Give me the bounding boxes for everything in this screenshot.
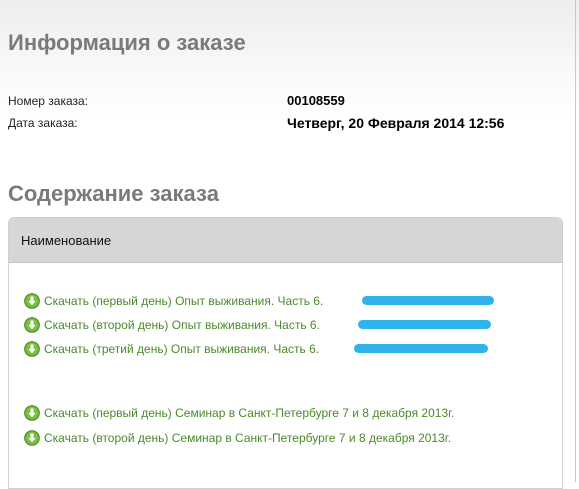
order-date-label: Дата заказа: <box>8 116 78 130</box>
download-link-2[interactable]: Скачать (второй день) Опыт выживания. Ча… <box>24 316 320 334</box>
download-icon <box>24 317 40 333</box>
download-link-label[interactable]: Скачать (первый день) Семинар в Санкт-Пе… <box>44 406 454 420</box>
download-icon <box>24 341 40 357</box>
download-link-4[interactable]: Скачать (первый день) Семинар в Санкт-Пе… <box>24 404 454 422</box>
redaction-mark <box>362 296 494 305</box>
redaction-mark <box>354 344 488 353</box>
page-right-border <box>575 0 576 482</box>
order-number-label: Номер заказа: <box>8 94 89 108</box>
order-info-title: Информация о заказе <box>8 30 246 55</box>
column-header-name: Наименование <box>9 218 562 263</box>
order-number-value: 00108559 <box>287 93 345 108</box>
download-link-1[interactable]: Скачать (первый день) Опыт выживания. Ча… <box>24 292 323 310</box>
download-link-5[interactable]: Скачать (второй день) Семинар в Санкт-Пе… <box>24 429 451 447</box>
download-icon <box>24 430 40 446</box>
order-date-value: Четверг, 20 Февраля 2014 12:56 <box>287 115 505 131</box>
redaction-mark <box>358 320 491 329</box>
download-link-label[interactable]: Скачать (первый день) Опыт выживания. Ча… <box>44 294 323 308</box>
order-content-title: Содержание заказа <box>8 181 219 206</box>
download-link-label[interactable]: Скачать (второй день) Опыт выживания. Ча… <box>44 318 320 332</box>
download-icon <box>24 293 40 309</box>
download-link-label[interactable]: Скачать (второй день) Семинар в Санкт-Пе… <box>44 431 451 445</box>
download-link-3[interactable]: Скачать (третий день) Опыт выживания. Ча… <box>24 340 319 358</box>
download-link-label[interactable]: Скачать (третий день) Опыт выживания. Ча… <box>44 342 319 356</box>
download-icon <box>24 405 40 421</box>
